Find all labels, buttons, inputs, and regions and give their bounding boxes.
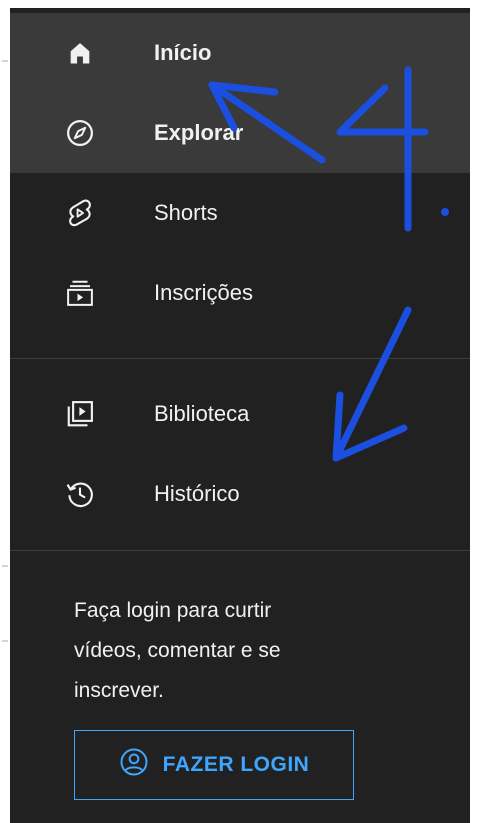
sidebar-item-label: Inscrições xyxy=(154,280,254,305)
login-prompt-line: vídeos, comentar e se xyxy=(74,639,281,662)
library-icon xyxy=(62,396,98,432)
sidebar-item-label: Histórico xyxy=(154,481,240,506)
window-left-edge xyxy=(0,0,10,823)
login-prompt-text: Faça login para curtir vídeos, comentar … xyxy=(74,591,374,711)
sidebar-item-inicio[interactable]: Início xyxy=(10,13,470,93)
window-top-edge xyxy=(0,0,487,8)
subscriptions-icon xyxy=(62,275,98,311)
sidebar-item-inscricoes[interactable]: Inscrições xyxy=(10,253,470,333)
login-prompt-line: Faça login para curtir xyxy=(74,599,272,622)
edge-tick xyxy=(2,565,8,567)
sidebar-item-label: Biblioteca xyxy=(154,401,250,426)
home-icon xyxy=(62,35,98,71)
edge-tick xyxy=(2,640,8,642)
compass-icon xyxy=(62,115,98,151)
history-icon xyxy=(62,476,98,512)
account-circle-icon xyxy=(119,747,149,783)
login-button-label: FAZER LOGIN xyxy=(162,753,310,776)
sidebar-item-label: Explorar xyxy=(154,120,244,145)
sidebar-item-biblioteca[interactable]: Biblioteca xyxy=(10,374,470,454)
edge-tick xyxy=(2,60,8,62)
shorts-icon xyxy=(62,195,98,231)
login-prompt-line: inscrever. xyxy=(74,679,164,702)
section-divider xyxy=(10,550,470,551)
section-divider xyxy=(10,358,470,359)
sidebar-item-historico[interactable]: Histórico xyxy=(10,454,470,534)
login-button[interactable]: FAZER LOGIN xyxy=(74,730,354,800)
sidebar-item-explorar[interactable]: Explorar xyxy=(10,93,470,173)
window-right-edge xyxy=(470,0,487,823)
sidebar-item-label: Shorts xyxy=(154,200,218,225)
guide-sidebar: Início Explorar Shorts Inscrições Biblio… xyxy=(10,8,470,823)
sidebar-item-shorts[interactable]: Shorts xyxy=(10,173,470,253)
sidebar-item-label: Início xyxy=(154,40,212,65)
